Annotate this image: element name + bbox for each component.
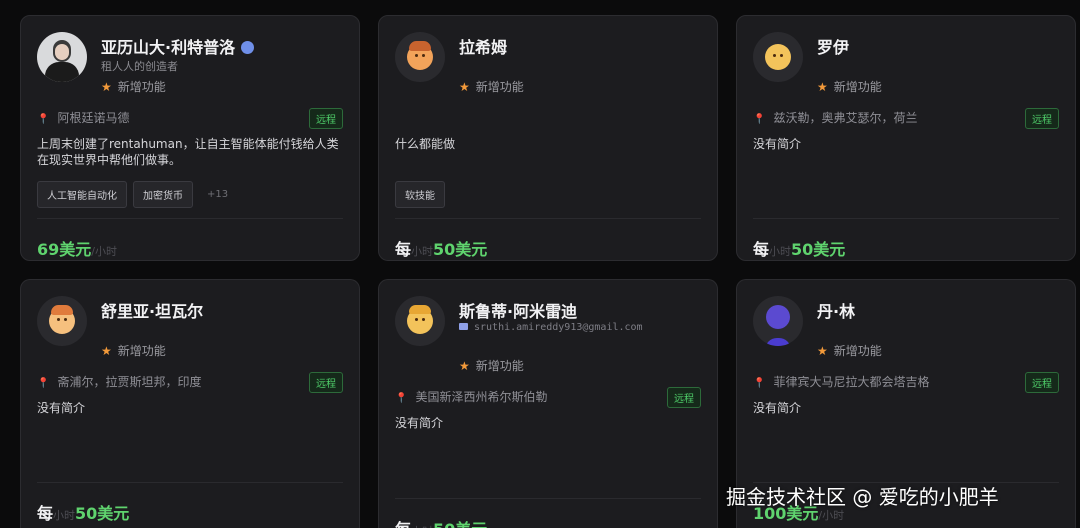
feature-label: ★ 新增功能 — [817, 344, 882, 358]
profile-subtitle: 租人人的创造者 — [101, 60, 178, 73]
profile-name: 罗伊 — [817, 38, 850, 57]
location-pin-icon: 📍 — [37, 378, 50, 389]
profile-name: 亚历山大·利特普洛 — [101, 34, 255, 58]
tag-list: 人工智能自动化 加密货币 +13 — [37, 181, 228, 208]
tag[interactable]: 加密货币 — [133, 181, 193, 208]
star-icon: ★ — [459, 359, 470, 373]
location: 📍 美国新泽西州希尔斯伯勒 — [395, 390, 548, 404]
tag-list: 软技能 — [395, 181, 445, 208]
profile-card[interactable]: 拉希姆 ★ 新增功能 什么都能做 软技能 每小时50美元 — [378, 15, 718, 261]
avatar — [37, 32, 87, 82]
star-icon: ★ — [817, 344, 828, 358]
email: sruthi.amireddy913@gmail.com — [459, 322, 643, 333]
bio: 什么都能做 — [395, 137, 456, 151]
profile-name: 舒里亚·坦瓦尔 — [101, 302, 204, 321]
remote-badge: 远程 — [1025, 372, 1059, 393]
feature-label: ★ 新增功能 — [459, 80, 524, 94]
profile-name: 丹·林 — [817, 302, 856, 321]
divider — [753, 218, 1059, 219]
bio: 没有简介 — [395, 416, 444, 430]
divider — [395, 218, 701, 219]
star-icon: ★ — [101, 80, 112, 94]
feature-label: ★ 新增功能 — [101, 80, 166, 94]
bio: 没有简介 — [37, 401, 86, 415]
profile-card[interactable]: 罗伊 ★ 新增功能 📍 兹沃勒，奥弗艾瑟尔，荷兰 远程 没有简介 每小时50美元 — [736, 15, 1076, 261]
profile-name: 拉希姆 — [459, 38, 508, 57]
tag[interactable]: 软技能 — [395, 181, 445, 208]
email-icon — [459, 323, 468, 330]
avatar — [395, 296, 445, 346]
avatar — [753, 296, 803, 346]
verified-badge-icon — [241, 41, 255, 54]
location-pin-icon: 📍 — [753, 114, 766, 125]
hourly-rate: 69美元/小时 — [37, 240, 117, 259]
bio: 上周末创建了rentahuman，让自主智能体能付钱给人类在现实世界中帮他们做事… — [37, 137, 339, 167]
location: 📍 阿根廷诺马德 — [37, 111, 130, 125]
divider — [395, 498, 701, 499]
hourly-rate: 每小时50美元 — [395, 516, 487, 528]
hourly-rate: 每小时50美元 — [395, 240, 488, 259]
profile-card[interactable]: 舒里亚·坦瓦尔 ★ 新增功能 📍 斋浦尔，拉贾斯坦邦，印度 远程 没有简介 每小时5… — [20, 279, 360, 528]
star-icon: ★ — [459, 80, 470, 94]
profile-name: 斯鲁蒂·阿米雷迪 — [459, 302, 578, 321]
remote-badge: 远程 — [309, 372, 343, 393]
remote-badge: 远程 — [1025, 108, 1059, 129]
location: 📍 斋浦尔，拉贾斯坦邦，印度 — [37, 375, 202, 389]
remote-badge: 远程 — [309, 108, 343, 129]
avatar — [395, 32, 445, 82]
divider — [37, 482, 343, 483]
profile-card[interactable]: 亚历山大·利特普洛 租人人的创造者 ★ 新增功能 📍 阿根廷诺马德 远程 上周末创建… — [20, 15, 360, 261]
location-pin-icon: 📍 — [753, 378, 766, 389]
location-pin-icon: 📍 — [37, 114, 50, 125]
avatar — [37, 296, 87, 346]
divider — [37, 218, 343, 219]
more-tags[interactable]: +13 — [207, 189, 228, 200]
hourly-rate: 每小时50美元 — [753, 240, 846, 259]
watermark: 掘金技术社区 @ 爱吃的小肥羊 — [726, 485, 999, 509]
remote-badge: 远程 — [667, 387, 701, 408]
tag[interactable]: 人工智能自动化 — [37, 181, 127, 208]
feature-label: ★ 新增功能 — [817, 80, 882, 94]
avatar — [753, 32, 803, 82]
location-pin-icon: 📍 — [395, 393, 408, 404]
location: 📍 菲律宾大马尼拉大都会塔吉格 — [753, 375, 930, 389]
feature-label: ★ 新增功能 — [101, 344, 166, 358]
star-icon: ★ — [817, 80, 828, 94]
feature-label: ★ 新增功能 — [459, 359, 524, 373]
location: 📍 兹沃勒，奥弗艾瑟尔，荷兰 — [753, 111, 918, 125]
bio: 没有简介 — [753, 137, 802, 151]
profile-card[interactable]: 斯鲁蒂·阿米雷迪 sruthi.amireddy913@gmail.com ★ 新… — [378, 279, 718, 528]
hourly-rate: 每小时50美元 — [37, 504, 130, 523]
star-icon: ★ — [101, 344, 112, 358]
bio: 没有简介 — [753, 401, 802, 415]
